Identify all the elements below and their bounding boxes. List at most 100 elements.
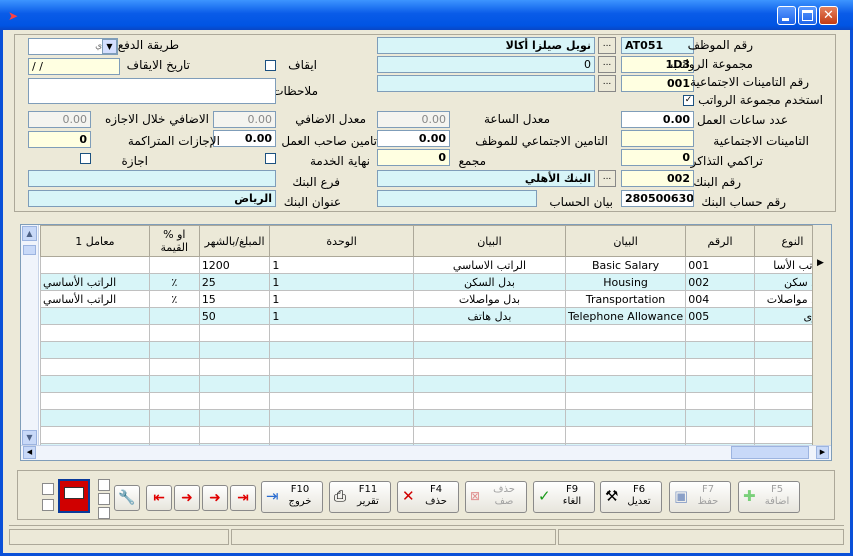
table-cell[interactable] (148, 307, 200, 325)
table-cell[interactable]: Housing (564, 273, 687, 291)
table-cell[interactable]: بدل هاتف (412, 307, 566, 325)
table-cell[interactable] (686, 461, 755, 462)
table-cell[interactable] (412, 341, 566, 359)
accumulated-vacation-field[interactable]: 0 (28, 131, 91, 148)
exit-button[interactable]: ⇥ F10 خروج (261, 481, 323, 513)
table-cell[interactable] (412, 409, 566, 427)
table-row[interactable] (40, 358, 831, 376)
table-cell[interactable] (198, 409, 271, 427)
notes-field[interactable] (28, 78, 276, 104)
table-cell[interactable] (41, 461, 150, 462)
table-cell[interactable] (685, 324, 755, 342)
photo-icon[interactable] (58, 479, 90, 513)
gosi-field[interactable] (621, 130, 694, 147)
help-button[interactable]: 🔧 (114, 485, 140, 511)
table-cell[interactable]: 1 (269, 256, 414, 274)
table-cell[interactable] (270, 461, 414, 462)
table-cell[interactable]: 005 (685, 307, 755, 325)
bank-address-field[interactable]: الرياض (28, 190, 276, 207)
column-header[interactable]: البيان (412, 225, 566, 257)
cancel-button[interactable]: ✓ F9 الغاء (533, 481, 595, 513)
bank-lookup-button[interactable]: ... (598, 170, 616, 187)
employee-no-field[interactable]: AT051 (621, 37, 694, 54)
table-cell[interactable]: ٪ (148, 290, 200, 308)
scroll-up-icon[interactable]: ▲ (22, 226, 37, 241)
gosi-lookup-button[interactable]: ... (598, 75, 616, 92)
maximize-button[interactable] (798, 6, 817, 25)
gosi-no-field[interactable]: 001 (621, 75, 694, 92)
table-cell[interactable]: 1 (269, 290, 414, 308)
table-row[interactable]: 1200 1 الراتب الاساسي Basic Salary 001 الراتب… (40, 256, 831, 274)
scroll-thumb[interactable] (23, 245, 36, 255)
option-checkbox-2[interactable] (98, 493, 110, 505)
column-header[interactable]: البيان (564, 225, 687, 257)
save-button[interactable]: ▣ F7 حفظ (669, 481, 731, 513)
table-row[interactable] (40, 341, 831, 359)
employer-gosi-field[interactable]: 0.00 (213, 130, 276, 147)
table-row[interactable] (40, 392, 831, 410)
table-cell[interactable] (40, 409, 150, 427)
table-cell[interactable]: ٪ (148, 273, 200, 291)
table-cell[interactable] (269, 375, 414, 393)
table-cell[interactable] (198, 375, 271, 393)
table-cell[interactable] (269, 324, 414, 342)
table-cell[interactable] (754, 461, 830, 462)
table-cell[interactable] (148, 426, 200, 444)
overtime-vacation-field[interactable]: 0.00 (28, 111, 91, 128)
table-row[interactable]: 501بدل هاتفTelephone Allowance005أخرى (40, 307, 831, 325)
table-cell[interactable]: 50 (198, 307, 271, 325)
table-cell[interactable]: Transportation (564, 290, 687, 308)
column-header[interactable]: او % القيمة (148, 225, 200, 257)
first-record-button[interactable]: ⇤ (146, 485, 172, 511)
table-cell[interactable]: 15 (198, 290, 271, 308)
table-cell[interactable] (269, 341, 414, 359)
table-row[interactable] (41, 461, 831, 462)
table-cell[interactable] (269, 409, 414, 427)
table-cell[interactable]: Telephone Allowance (564, 307, 687, 325)
salary-group-lookup-button[interactable]: ... (598, 56, 616, 73)
employee-name-field[interactable]: نويل صيلزا أكالا (377, 37, 595, 54)
table-cell[interactable] (148, 358, 200, 376)
table-cell[interactable]: الراتب الأساسي (40, 290, 150, 308)
table-row[interactable] (40, 375, 831, 393)
minimize-button[interactable] (777, 6, 796, 25)
edit-button[interactable]: ⚒ F6 تعديل (600, 481, 662, 513)
table-cell[interactable] (198, 341, 271, 359)
column-header[interactable]: المبلغ/بالشهر (198, 225, 271, 257)
table-cell[interactable] (148, 409, 200, 427)
delete-row-button[interactable]: ⊠ حذف صف (465, 481, 527, 513)
hour-rate-field[interactable]: 0.00 (377, 111, 450, 128)
table-cell[interactable] (40, 392, 150, 410)
vertical-scrollbar[interactable]: ▲ ▼ (21, 225, 39, 446)
bank-account-field[interactable]: 280500630 (621, 190, 694, 207)
table-cell[interactable] (148, 375, 200, 393)
table-cell[interactable] (199, 461, 270, 462)
table-cell[interactable]: بدل مواصلات (412, 290, 566, 308)
allowances-grid[interactable]: ▲ ▼ معامل 1 او % القيمة المبلغ/بالشهر الوحد… (20, 224, 832, 461)
bank-name-field[interactable]: البنك الأهلي (377, 170, 595, 187)
option-checkbox-4[interactable] (42, 483, 54, 495)
stop-checkbox[interactable] (265, 60, 276, 71)
table-cell[interactable] (148, 341, 200, 359)
table-cell[interactable] (564, 341, 687, 359)
bank-branch-field[interactable] (28, 170, 276, 187)
table-cell[interactable] (564, 409, 687, 427)
bank-no-field[interactable]: 002 (621, 170, 694, 187)
table-row[interactable] (40, 324, 831, 342)
table-cell[interactable]: 001 (685, 256, 755, 274)
scroll-down-icon[interactable]: ▼ (22, 430, 37, 445)
table-cell[interactable] (198, 358, 271, 376)
next-record-button[interactable]: ➜ (202, 485, 228, 511)
table-cell[interactable] (198, 392, 271, 410)
table-row[interactable] (40, 409, 831, 427)
table-cell[interactable]: 25 (198, 273, 271, 291)
chevron-down-icon[interactable]: ▼ (102, 39, 117, 54)
table-cell[interactable] (413, 461, 565, 462)
table-cell[interactable] (269, 426, 414, 444)
table-cell[interactable] (412, 358, 566, 376)
column-header[interactable]: معامل 1 (40, 225, 150, 257)
table-cell[interactable] (40, 341, 150, 359)
table-cell[interactable]: Basic Salary (564, 256, 687, 274)
option-checkbox-1[interactable] (98, 479, 110, 491)
table-cell[interactable] (685, 426, 755, 444)
